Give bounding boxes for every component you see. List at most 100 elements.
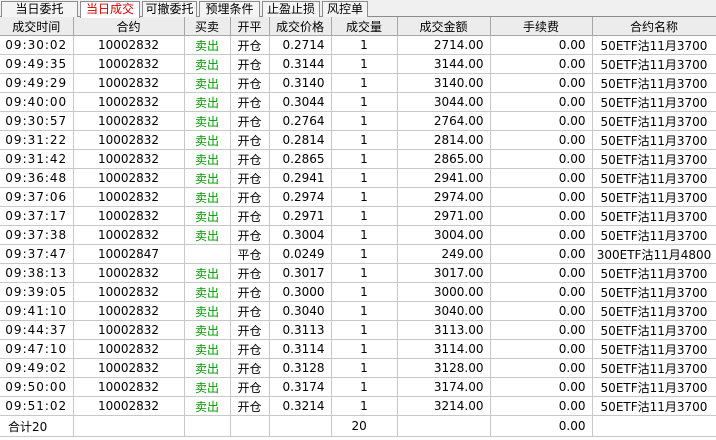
cell-trade-time: 09:37:38	[0, 225, 74, 245]
table-row[interactable]: 09:49:02 10002832 卖出 开仓 0.3128 1 3128.00 0.00 50…	[0, 358, 716, 378]
cell-fee: 0.00	[490, 301, 593, 321]
tab-bar: 当日委托 当日成交 可撤委托 预埋条件 止盈止损 风控单	[0, 0, 716, 18]
cell-quantity: 1	[331, 225, 398, 245]
cell-open-close: 开仓	[230, 54, 270, 74]
cell-contract-name: 50ETF沽11月3700	[592, 396, 716, 416]
table-row[interactable]: 09:38:13 10002832 卖出 开仓 0.3017 1 3017.00 0.00 50…	[0, 263, 716, 283]
cell-amount: 2971.00	[397, 206, 491, 226]
cell-amount: 3000.00	[397, 282, 491, 302]
cell-fee: 0.00	[490, 187, 593, 207]
table-row[interactable]: 09:51:02 10002832 卖出 开仓 0.3214 1 3214.00 0.00 50…	[0, 396, 716, 416]
cell-side: 卖出	[184, 130, 231, 150]
cell-side: 卖出	[184, 358, 231, 378]
cell-open-close: 开仓	[230, 206, 270, 226]
cell-trade-time: 09:40:00	[0, 92, 74, 112]
cell-contract: 10002832	[73, 301, 185, 321]
column-header-price[interactable]: 成交价格	[269, 17, 332, 36]
cell-amount: 2865.00	[397, 149, 491, 169]
totals-label: 合计20	[0, 415, 74, 437]
totals-empty-cell	[397, 415, 491, 437]
cell-price: 0.3214	[269, 396, 332, 416]
column-header-contract[interactable]: 合约	[73, 17, 185, 36]
cell-price: 0.3004	[269, 225, 332, 245]
cell-fee: 0.00	[490, 339, 593, 359]
cell-contract-name: 50ETF沽11月3700	[592, 377, 716, 397]
column-header-trade-time[interactable]: 成交时间	[0, 17, 74, 36]
column-header-quantity[interactable]: 成交量	[331, 17, 398, 36]
cell-side: 卖出	[184, 111, 231, 131]
cell-fee: 0.00	[490, 130, 593, 150]
cell-amount: 3174.00	[397, 377, 491, 397]
cell-amount: 3004.00	[397, 225, 491, 245]
table-row[interactable]: 09:37:06 10002832 卖出 开仓 0.2974 1 2974.00 0.00 50…	[0, 187, 716, 207]
table-row[interactable]: 09:30:57 10002832 卖出 开仓 0.2764 1 2764.00 0.00 50…	[0, 111, 716, 131]
cell-open-close: 开仓	[230, 320, 270, 340]
cell-quantity: 1	[331, 320, 398, 340]
table-row[interactable]: 09:49:29 10002832 卖出 开仓 0.3140 1 3140.00 0.00 50…	[0, 73, 716, 93]
cell-contract-name: 50ETF沽11月3700	[592, 54, 716, 74]
totals-row: 合计20 20 0.00	[0, 415, 716, 437]
cell-open-close: 开仓	[230, 263, 270, 283]
cell-contract: 10002832	[73, 111, 185, 131]
cell-side: 卖出	[184, 225, 231, 245]
table-row[interactable]: 09:30:02 10002832 卖出 开仓 0.2714 1 2714.00 0.00 50…	[0, 35, 716, 55]
cell-quantity: 1	[331, 111, 398, 131]
table-row[interactable]: 09:39:05 10002832 卖出 开仓 0.3000 1 3000.00 0.00 50…	[0, 282, 716, 302]
table-row[interactable]: 09:31:22 10002832 卖出 开仓 0.2814 1 2814.00 0.00 50…	[0, 130, 716, 150]
cell-open-close: 开仓	[230, 111, 270, 131]
cell-trade-time: 09:44:37	[0, 320, 74, 340]
column-header-fee[interactable]: 手续费	[490, 17, 593, 36]
table-row[interactable]: 09:37:47 10002847 平仓 0.0249 1 249.00 0.00 300ET…	[0, 244, 716, 264]
tab-take-profit-stop-loss[interactable]: 止盈止损	[262, 1, 320, 17]
cell-trade-time: 09:30:57	[0, 111, 74, 131]
column-header-open-close[interactable]: 开平	[230, 17, 270, 36]
cell-fee: 0.00	[490, 54, 593, 74]
cell-amount: 3044.00	[397, 92, 491, 112]
cell-contract: 10002832	[73, 168, 185, 188]
cell-contract-name: 50ETF沽11月3700	[592, 320, 716, 340]
cell-open-close: 平仓	[230, 244, 270, 264]
table-row[interactable]: 09:31:42 10002832 卖出 开仓 0.2865 1 2865.00 0.00 50…	[0, 149, 716, 169]
table-row[interactable]: 09:44:37 10002832 卖出 开仓 0.3113 1 3113.00 0.00 50…	[0, 320, 716, 340]
column-header-side[interactable]: 买卖	[184, 17, 231, 36]
table-row[interactable]: 09:40:00 10002832 卖出 开仓 0.3044 1 3044.00 0.00 50…	[0, 92, 716, 112]
cell-price: 0.3144	[269, 54, 332, 74]
cell-contract: 10002832	[73, 149, 185, 169]
cell-fee: 0.00	[490, 320, 593, 340]
cell-quantity: 1	[331, 263, 398, 283]
cell-contract-name: 50ETF沽11月3700	[592, 130, 716, 150]
tab-preset-conditions[interactable]: 预埋条件	[199, 1, 260, 17]
cell-contract-name: 50ETF沽11月3700	[592, 263, 716, 283]
cell-contract-name: 50ETF沽11月3700	[592, 301, 716, 321]
table-row[interactable]: 09:36:48 10002832 卖出 开仓 0.2941 1 2941.00 0.00 50…	[0, 168, 716, 188]
cell-fee: 0.00	[490, 168, 593, 188]
cell-open-close: 开仓	[230, 168, 270, 188]
table-row[interactable]: 09:47:10 10002832 卖出 开仓 0.3114 1 3114.00 0.00 50…	[0, 339, 716, 359]
cell-open-close: 开仓	[230, 35, 270, 55]
cell-fee: 0.00	[490, 206, 593, 226]
column-header-contract-name[interactable]: 合约名称	[592, 17, 716, 36]
cell-price: 0.2865	[269, 149, 332, 169]
cell-trade-time: 09:50:00	[0, 377, 74, 397]
tab-risk-control[interactable]: 风控单	[322, 1, 368, 17]
tab-today-trades[interactable]: 当日成交	[80, 1, 140, 18]
totals-empty-cell	[269, 415, 332, 437]
totals-empty-cell	[592, 415, 716, 437]
table-row[interactable]: 09:50:00 10002832 卖出 开仓 0.3174 1 3174.00 0.00 50…	[0, 377, 716, 397]
cell-quantity: 1	[331, 301, 398, 321]
table-row[interactable]: 09:41:10 10002832 卖出 开仓 0.3040 1 3040.00 0.00 50…	[0, 301, 716, 321]
cell-side: 卖出	[184, 301, 231, 321]
cell-amount: 2814.00	[397, 130, 491, 150]
column-header-amount[interactable]: 成交金额	[397, 17, 491, 36]
tab-today-orders[interactable]: 当日委托	[1, 1, 78, 17]
table-row[interactable]: 09:37:38 10002832 卖出 开仓 0.3004 1 3004.00 0.00 50…	[0, 225, 716, 245]
cell-open-close: 开仓	[230, 358, 270, 378]
table-row[interactable]: 09:49:35 10002832 卖出 开仓 0.3144 1 3144.00 0.00 50…	[0, 54, 716, 74]
cell-quantity: 1	[331, 73, 398, 93]
tab-cancelable-orders[interactable]: 可撤委托	[142, 1, 197, 17]
cell-contract: 10002832	[73, 206, 185, 226]
table-row[interactable]: 09:37:17 10002832 卖出 开仓 0.2971 1 2971.00 0.00 50…	[0, 206, 716, 226]
cell-trade-time: 09:47:10	[0, 339, 74, 359]
cell-open-close: 开仓	[230, 377, 270, 397]
cell-price: 0.3140	[269, 73, 332, 93]
